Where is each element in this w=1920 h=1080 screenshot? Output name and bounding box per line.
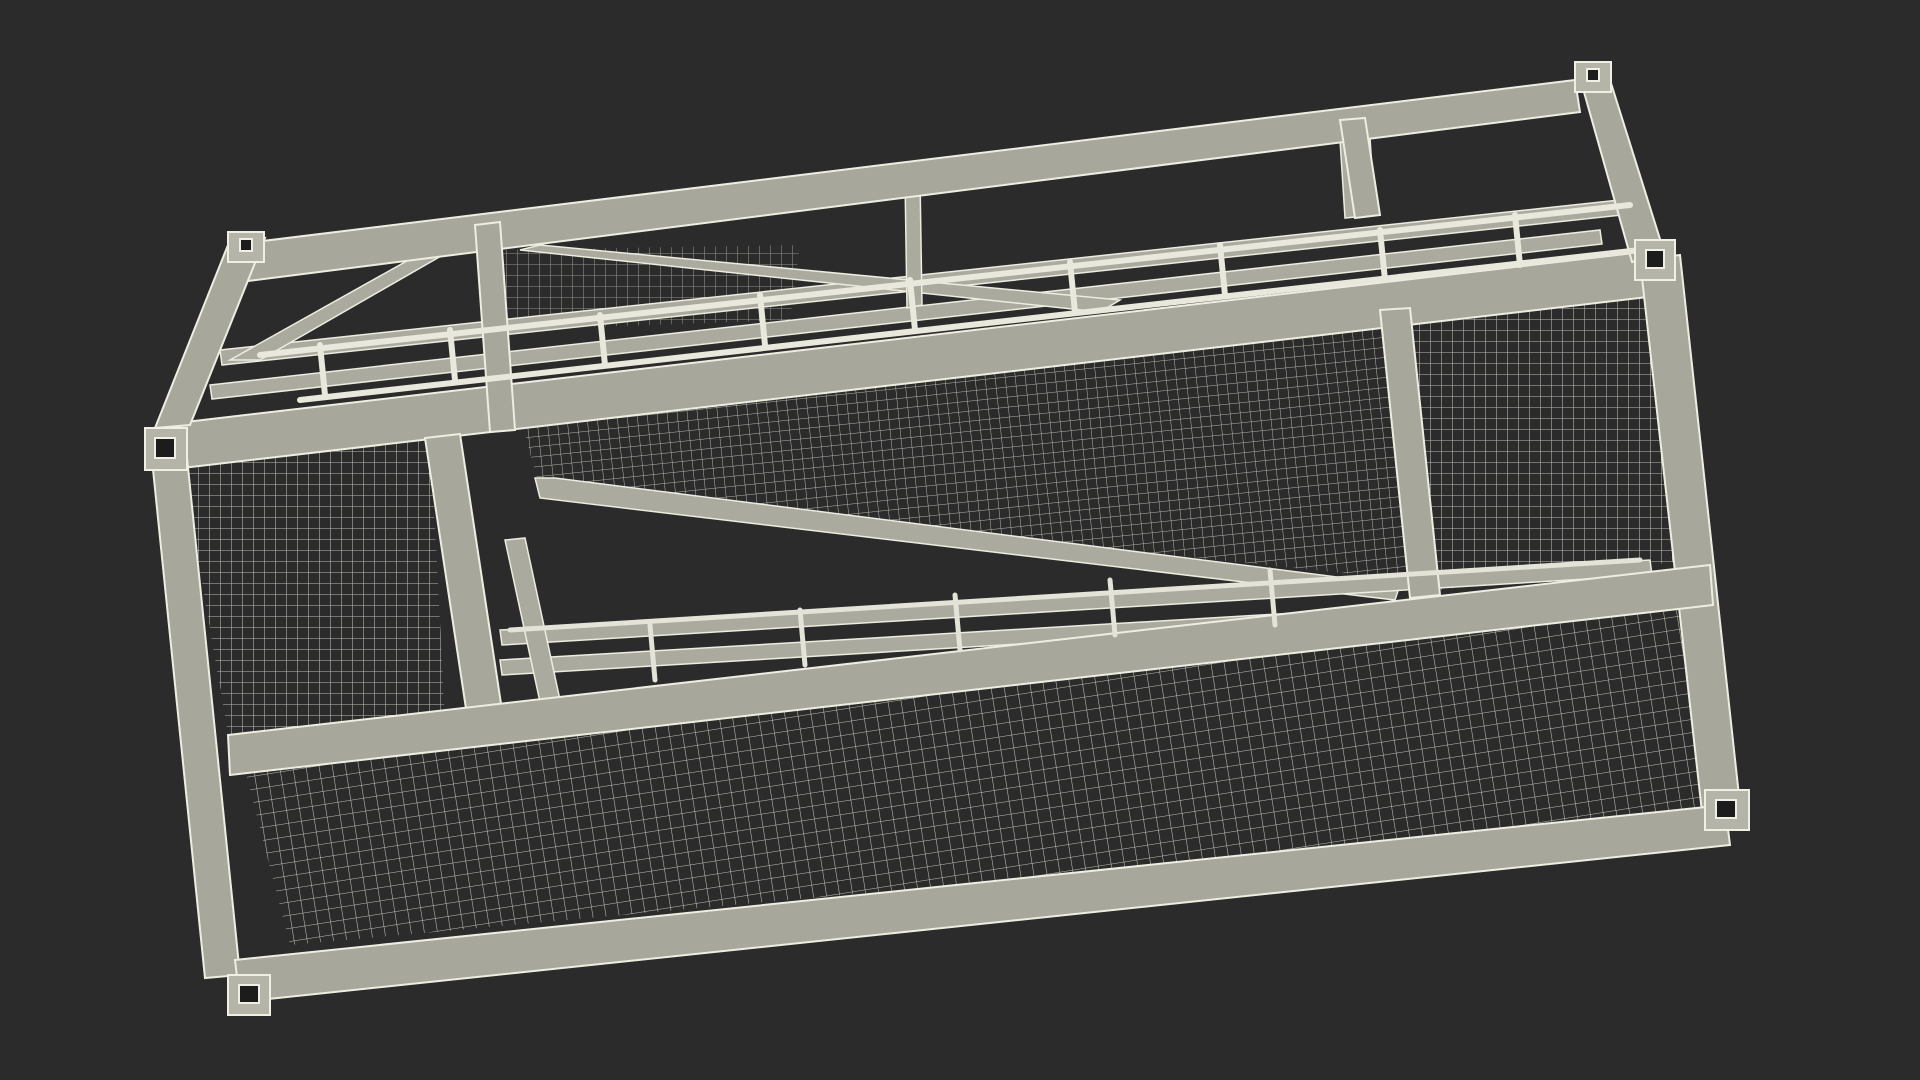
corner-casting-top-right-front	[1634, 239, 1676, 281]
corner-casting-top-right-back	[1574, 61, 1612, 93]
corner-casting-bottom-left-front	[227, 974, 271, 1016]
corner-casting-top-left-front	[144, 427, 188, 471]
mesh-panel-left-end	[180, 430, 445, 745]
beam-top-left	[153, 236, 267, 430]
inner-post-left	[504, 537, 561, 703]
corner-casting-top-left-back	[227, 231, 265, 263]
corner-casting-bottom-right-front	[1704, 789, 1750, 831]
beam-top-back	[228, 78, 1582, 284]
wireframe-render	[144, 61, 1750, 1016]
viewport	[0, 0, 1920, 1080]
